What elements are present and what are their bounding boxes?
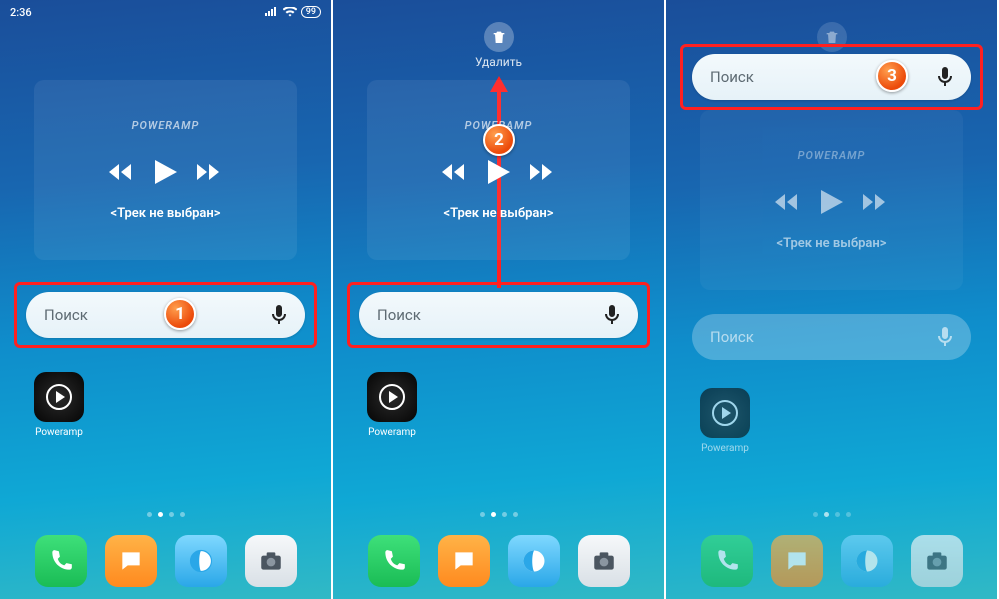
step-badge-3: 3 <box>876 60 908 92</box>
search-widget-dragged[interactable]: Поиск <box>692 54 971 100</box>
wifi-icon <box>283 7 297 17</box>
battery-indicator: 99 <box>301 6 321 18</box>
music-widget[interactable]: POWERAMP <Трек не выбран> <box>34 80 297 260</box>
music-track-label: <Трек не выбран> <box>443 206 553 221</box>
search-placeholder: Поиск <box>377 306 604 324</box>
dock-phone-icon[interactable] <box>368 535 420 587</box>
trash-icon <box>817 22 847 52</box>
music-controls <box>775 190 889 214</box>
page-indicator <box>333 512 664 517</box>
dock-camera-icon[interactable] <box>911 535 963 587</box>
status-indicators: 99 <box>265 6 321 18</box>
status-time: 2:36 <box>10 6 32 19</box>
delete-drop-zone[interactable]: Удалить <box>333 22 664 69</box>
forward-icon[interactable] <box>863 193 889 211</box>
dock-browser-icon[interactable] <box>508 535 560 587</box>
dock <box>333 535 664 587</box>
music-widget[interactable]: POWERAMP <Трек не выбран> <box>367 80 630 260</box>
trash-icon <box>484 22 514 52</box>
rewind-icon[interactable] <box>109 163 135 181</box>
music-controls <box>109 160 223 184</box>
music-brand: POWERAMP <box>798 149 866 162</box>
dock-browser-icon[interactable] <box>175 535 227 587</box>
app-label: Poweramp <box>368 427 416 438</box>
delete-label: Удалить <box>475 55 522 69</box>
microphone-icon[interactable] <box>271 305 287 325</box>
screenshot-panel-1: 2:36 99 POWERAMP <Трек не выбран> Поиск … <box>0 0 333 599</box>
search-widget-ghost: Поиск <box>692 314 971 360</box>
step-badge-2: 2 <box>483 124 515 156</box>
play-icon[interactable] <box>155 160 177 184</box>
search-placeholder: Поиск <box>710 328 937 346</box>
music-track-label: <Трек не выбран> <box>776 236 886 251</box>
play-icon[interactable] <box>488 160 510 184</box>
screenshot-panel-3: Удалить Поиск 3 POWERAMP <Трек не выбран… <box>666 0 999 599</box>
music-controls <box>442 160 556 184</box>
microphone-icon <box>937 327 953 347</box>
status-bar: 2:36 99 <box>0 0 331 24</box>
signal-icon <box>265 7 279 17</box>
dock-camera-icon[interactable] <box>245 535 297 587</box>
music-brand: POWERAMP <box>132 119 200 132</box>
dock-phone-icon[interactable] <box>701 535 753 587</box>
dock-messages-icon[interactable] <box>438 535 490 587</box>
microphone-icon[interactable] <box>604 305 620 325</box>
step-badge-1: 1 <box>164 298 196 330</box>
app-icon-poweramp[interactable]: Poweramp <box>367 372 417 438</box>
play-icon[interactable] <box>821 190 843 214</box>
search-widget[interactable]: Поиск <box>359 292 638 338</box>
rewind-icon[interactable] <box>442 163 468 181</box>
search-placeholder: Поиск <box>44 306 271 324</box>
app-label: Poweramp <box>701 443 749 454</box>
screenshot-panel-2: Удалить POWERAMP <Трек не выбран> Поиск … <box>333 0 666 599</box>
rewind-icon[interactable] <box>775 193 801 211</box>
forward-icon[interactable] <box>197 163 223 181</box>
dock <box>666 535 997 587</box>
microphone-icon[interactable] <box>937 67 953 87</box>
music-widget[interactable]: POWERAMP <Трек не выбран> <box>700 110 963 290</box>
app-icon-poweramp[interactable]: Poweramp <box>34 372 84 438</box>
dock-messages-icon[interactable] <box>105 535 157 587</box>
dock-phone-icon[interactable] <box>35 535 87 587</box>
app-icon-poweramp[interactable]: Poweramp <box>700 388 750 454</box>
forward-icon[interactable] <box>530 163 556 181</box>
dock-camera-icon[interactable] <box>578 535 630 587</box>
page-indicator <box>666 512 997 517</box>
app-label: Poweramp <box>35 427 83 438</box>
dock <box>0 535 331 587</box>
page-indicator <box>0 512 331 517</box>
dock-browser-icon[interactable] <box>841 535 893 587</box>
music-track-label: <Трек не выбран> <box>110 206 220 221</box>
dock-messages-icon[interactable] <box>771 535 823 587</box>
